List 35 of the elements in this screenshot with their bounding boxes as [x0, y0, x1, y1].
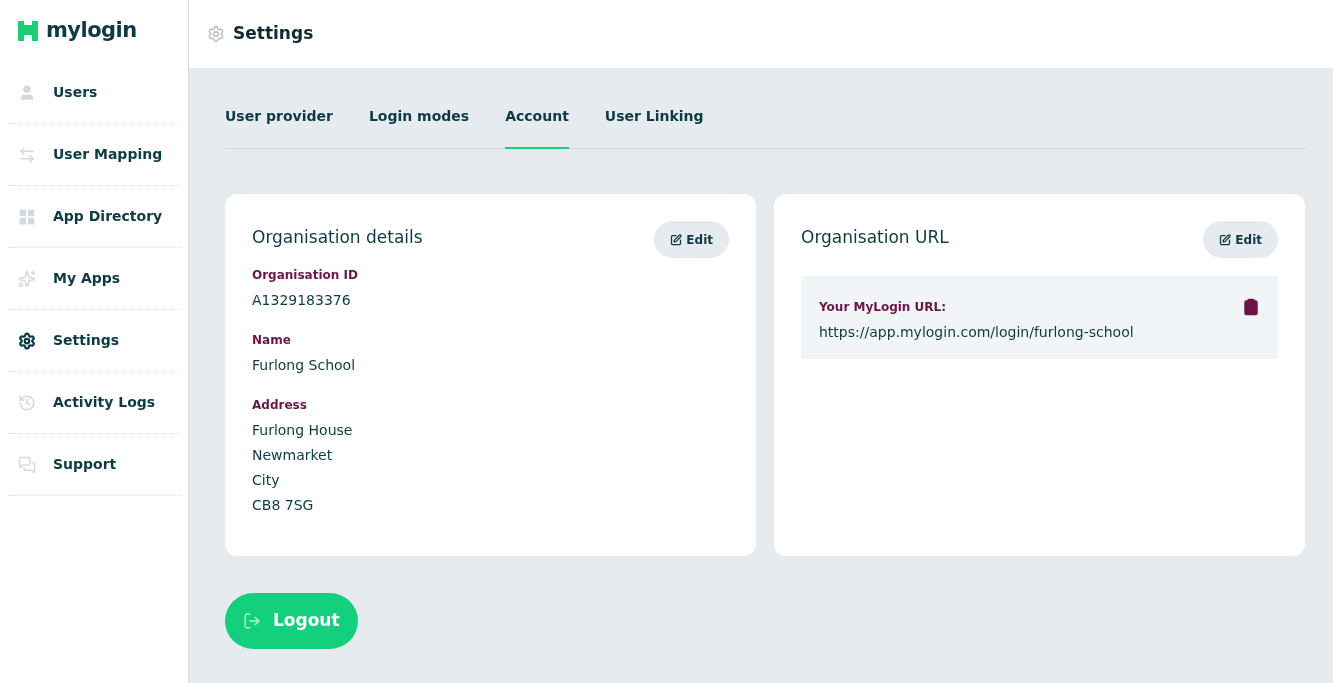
edit-button[interactable]: Edit	[1203, 221, 1278, 258]
edit-icon	[1219, 233, 1232, 246]
field-value: Furlong School	[252, 356, 357, 375]
field-label: Organisation ID	[252, 267, 359, 284]
field-value: Furlong House	[252, 421, 354, 440]
logout-icon	[243, 612, 261, 630]
clipboard-icon	[1242, 298, 1260, 316]
brand-name: mylogin	[46, 17, 137, 45]
sidebar-item[interactable]: Users	[8, 62, 180, 124]
field-value: A1329183376	[252, 291, 352, 310]
field-value: Newmarket	[252, 446, 334, 465]
card-title: Organisation details	[252, 226, 423, 249]
tab[interactable]: User Linking	[604, 98, 704, 149]
field-label: Address	[252, 397, 308, 414]
edit-button[interactable]: Edit	[654, 221, 729, 258]
tab[interactable]: User provider	[225, 98, 333, 149]
url-text: https://app.mylogin.com/login/furlong-school	[819, 323, 1134, 342]
tab[interactable]: Account	[505, 98, 569, 149]
sidebar-item[interactable]: My Apps	[8, 248, 180, 310]
url-label: Your MyLogin URL:	[819, 299, 947, 316]
copy-button[interactable]	[1242, 298, 1260, 316]
logo-icon	[18, 21, 38, 41]
sidebar-item[interactable]: Settings	[8, 310, 180, 372]
field-value: City	[252, 471, 281, 490]
field-value: CB8 7SG	[252, 496, 315, 515]
edit-icon	[670, 233, 683, 246]
sidebar-item[interactable]: User Mapping	[8, 124, 180, 186]
card-title: Organisation URL	[801, 226, 949, 249]
page-title: Settings	[233, 22, 314, 46]
sidebar-item[interactable]: App Directory	[8, 186, 180, 248]
settings-icon	[207, 25, 225, 43]
sidebar-item[interactable]: Support	[8, 434, 180, 496]
field-label: Name	[252, 332, 292, 349]
tab[interactable]: Login modes	[368, 98, 470, 149]
sidebar-item[interactable]: Activity Logs	[8, 372, 180, 434]
